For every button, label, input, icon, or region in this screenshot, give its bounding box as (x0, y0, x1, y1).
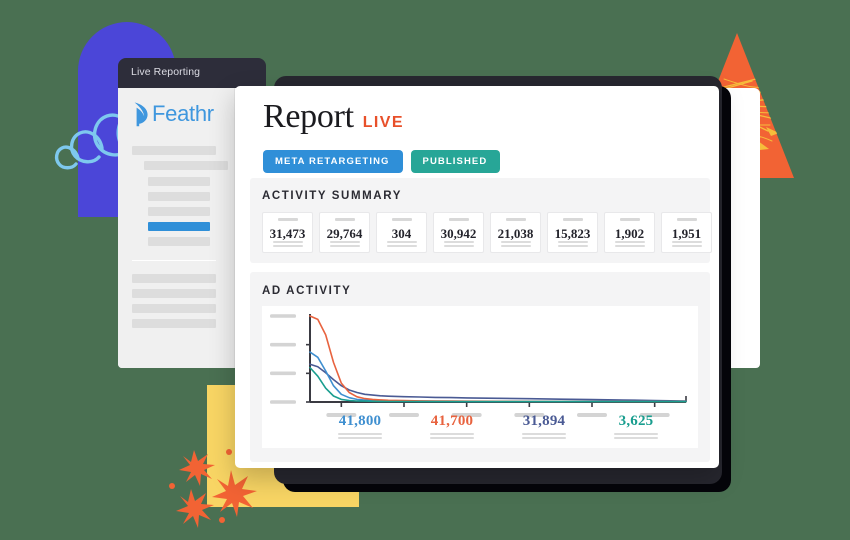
activity-stat-card[interactable]: 1,902 (604, 212, 655, 253)
y-tick-label-placeholder (270, 314, 296, 318)
sidebar-item-8[interactable] (132, 289, 216, 298)
illustration-stage: Live Reporting Feathr Report LIVE META RE… (0, 0, 850, 540)
chart-legend: 41,800 41,700 31,894 3,625 (314, 414, 684, 440)
status-badge-meta-retargeting[interactable]: META RETARGETING (263, 150, 403, 173)
chart-legend-value: 31,894 (522, 413, 566, 429)
stat-caption-placeholder (614, 241, 645, 248)
stat-label-placeholder (391, 218, 412, 221)
activity-stat-card[interactable]: 29,764 (319, 212, 370, 253)
chart-legend-value: 41,800 (338, 413, 382, 429)
sidebar-divider (132, 260, 216, 261)
stat-label-placeholder (448, 218, 469, 221)
ad-activity-title: AD ACTIVITY (262, 285, 352, 297)
status-badge-published[interactable]: PUBLISHED (410, 150, 501, 173)
stat-caption-placeholder (671, 241, 702, 248)
activity-stat-card[interactable]: 15,823 (547, 212, 598, 253)
chart-legend-label-placeholder (614, 433, 658, 439)
chart-legend-label-placeholder (522, 433, 566, 439)
activity-stat-card[interactable]: 304 (376, 212, 427, 253)
sidebar-item-2[interactable] (148, 177, 210, 186)
page-title: Report (263, 98, 354, 135)
stat-label-placeholder (562, 218, 583, 221)
activity-summary-title: ACTIVITY SUMMARY (262, 190, 402, 202)
stat-value: 304 (391, 225, 412, 241)
activity-stat-card[interactable]: 31,473 (262, 212, 313, 253)
sidebar-item-7[interactable] (132, 274, 216, 283)
stat-value: 31,473 (269, 225, 306, 241)
stat-label-placeholder (505, 218, 526, 221)
activity-summary-panel: ACTIVITY SUMMARY 31,473 29,764 304 30,942 21… (250, 178, 712, 263)
report-header: Report LIVE (263, 100, 404, 134)
sidebar-item-10[interactable] (132, 319, 216, 328)
sidebar-item-9[interactable] (132, 304, 216, 313)
stat-caption-placeholder (500, 241, 531, 248)
y-tick-label-placeholder (270, 400, 296, 404)
stat-caption-placeholder (329, 241, 360, 248)
y-tick-label-placeholder (270, 342, 296, 347)
activity-stat-card[interactable]: 30,942 (433, 212, 484, 253)
stat-value: 30,942 (440, 225, 477, 241)
chart-legend-item[interactable]: 3,625 (590, 414, 682, 440)
activity-stat-card[interactable]: 21,038 (490, 212, 541, 253)
activity-stat-row: 31,473 29,764 304 30,942 21,038 15,823 1,902 1,… (262, 212, 712, 253)
chart-legend-label-placeholder (338, 433, 382, 439)
stat-label-placeholder (619, 218, 640, 221)
chart-legend-label-placeholder (430, 433, 474, 439)
sidebar-item-6[interactable] (148, 237, 210, 246)
feathr-feather-mark (134, 102, 148, 127)
stat-label-placeholder (676, 218, 697, 221)
sidebar-item-1[interactable] (144, 161, 228, 170)
chart-legend-item[interactable]: 31,894 (498, 414, 590, 440)
tab-live-reporting[interactable]: Live Reporting (131, 66, 200, 78)
ad-activity-chart: 41,800 41,700 31,894 3,625 (262, 306, 698, 448)
stat-caption-placeholder (557, 241, 588, 248)
stat-label-placeholder (277, 218, 298, 221)
chart-line-series-4 (309, 366, 687, 403)
chart-legend-item[interactable]: 41,800 (314, 414, 406, 440)
y-tick-label-placeholder (270, 371, 296, 376)
stat-value: 15,823 (554, 225, 591, 241)
stat-caption-placeholder (386, 241, 417, 248)
sidebar-item-5-active[interactable] (148, 222, 210, 231)
stat-value: 21,038 (497, 225, 534, 241)
feathr-logo: Feathr (133, 101, 214, 127)
chart-line-series-3 (309, 363, 687, 402)
stat-caption-placeholder (272, 241, 303, 248)
stat-value: 1,902 (614, 225, 645, 241)
sidebar-item-3[interactable] (148, 192, 210, 201)
ad-activity-panel: AD ACTIVITY 41,800 41,700 31,894 3,625 (250, 272, 710, 462)
stat-caption-placeholder (443, 241, 474, 248)
chart-legend-value: 3,625 (618, 413, 654, 429)
sidebar-item-4[interactable] (148, 207, 210, 216)
stat-label-placeholder (334, 218, 355, 221)
sidebar: Feathr (118, 88, 235, 368)
stat-value: 1,951 (671, 225, 702, 241)
stat-value: 29,764 (326, 225, 363, 241)
sidebar-item-0[interactable] (132, 146, 216, 155)
activity-stat-card[interactable]: 1,951 (661, 212, 712, 253)
chart-legend-item[interactable]: 41,700 (406, 414, 498, 440)
status-badge-group: META RETARGETING PUBLISHED (263, 150, 501, 173)
live-label: LIVE (362, 114, 404, 131)
chart-line-series-1 (309, 315, 687, 403)
feathr-wordmark: Feathr (152, 101, 214, 126)
chart-legend-value: 41,700 (430, 413, 474, 429)
